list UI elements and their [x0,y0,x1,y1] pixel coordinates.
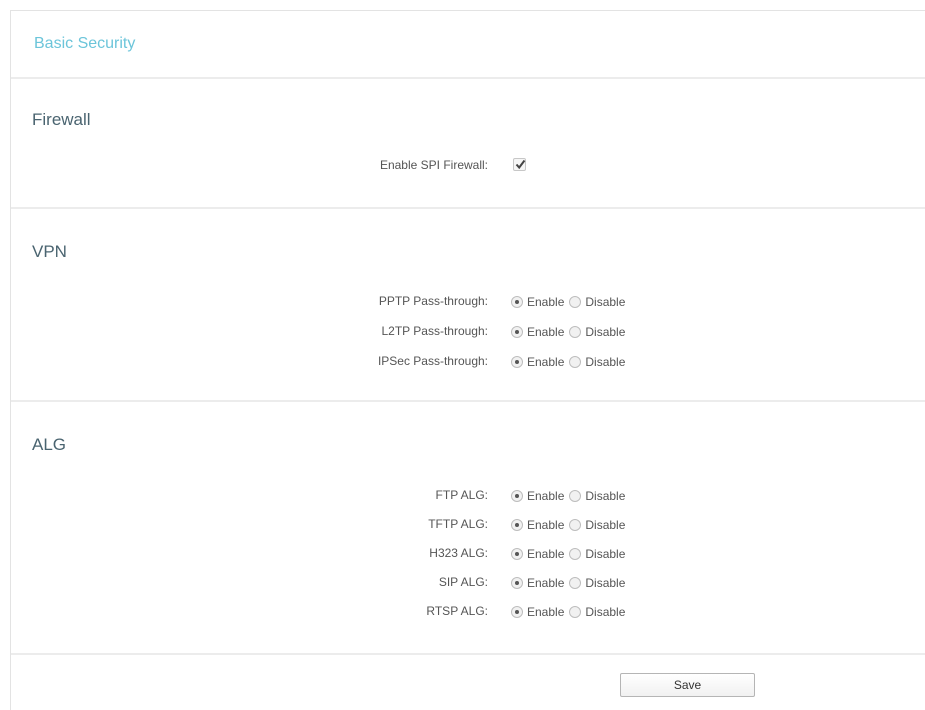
divider [11,653,925,655]
radio-row: RTSP ALG: Enable Disable [11,602,925,622]
disable-radio[interactable] [569,606,582,618]
radio-row: SIP ALG: Enable Disable [11,573,925,593]
enable-radio[interactable] [511,519,523,531]
enable-radio[interactable] [511,606,523,618]
enable-disable-group: Enable Disable [511,353,625,371]
disable-radio[interactable] [569,519,582,531]
enable-radio[interactable] [511,548,523,560]
disable-radio[interactable] [569,577,582,589]
row-label: FTP ALG: [435,488,488,502]
enable-label[interactable]: Enable [527,605,564,619]
enable-label[interactable]: Enable [527,518,564,532]
enable-label[interactable]: Enable [527,295,564,309]
spi-firewall-checkbox[interactable] [513,158,526,171]
row-label: L2TP Pass-through: [381,324,488,338]
enable-label[interactable]: Enable [527,355,564,369]
row-label: RTSP ALG: [426,604,488,618]
spi-firewall-row: Enable SPI Firewall: [11,156,925,176]
enable-label[interactable]: Enable [527,325,564,339]
divider [11,77,925,79]
radio-row: TFTP ALG: Enable Disable [11,515,925,535]
enable-radio[interactable] [511,296,523,308]
disable-radio[interactable] [569,490,582,502]
enable-radio[interactable] [511,326,523,338]
enable-label[interactable]: Enable [527,547,564,561]
disable-radio[interactable] [569,296,582,308]
enable-disable-group: Enable Disable [511,323,625,341]
radio-row: FTP ALG: Enable Disable [11,486,925,506]
disable-label[interactable]: Disable [585,489,625,503]
disable-label[interactable]: Disable [585,518,625,532]
alg-section-title: ALG [32,435,67,454]
radio-row: L2TP Pass-through: Enable Disable [11,322,925,342]
disable-label[interactable]: Disable [585,355,625,369]
save-button[interactable]: Save [620,673,755,697]
enable-disable-group: Enable Disable [511,516,625,534]
enable-disable-group: Enable Disable [511,545,625,563]
enable-disable-group: Enable Disable [511,574,625,592]
enable-radio[interactable] [511,490,523,502]
vpn-section-title: VPN [32,242,67,261]
enable-label[interactable]: Enable [527,576,564,590]
disable-label[interactable]: Disable [585,547,625,561]
radio-row: PPTP Pass-through: Enable Disable [11,292,925,312]
enable-disable-group: Enable Disable [511,603,625,621]
divider [11,207,925,209]
disable-label[interactable]: Disable [585,325,625,339]
radio-row: H323 ALG: Enable Disable [11,544,925,564]
enable-disable-group: Enable Disable [511,487,625,505]
firewall-section-title: Firewall [32,110,91,129]
checkmark-icon [515,159,526,170]
radio-row: IPSec Pass-through: Enable Disable [11,352,925,372]
enable-label[interactable]: Enable [527,489,564,503]
row-label: TFTP ALG: [428,517,488,531]
row-label: SIP ALG: [438,575,488,589]
row-label: IPSec Pass-through: [377,354,488,368]
row-label: H323 ALG: [429,546,488,560]
disable-label[interactable]: Disable [585,295,625,309]
disable-radio[interactable] [569,356,582,368]
disable-label[interactable]: Disable [585,605,625,619]
enable-disable-group: Enable Disable [511,293,625,311]
page-title: Basic Security [34,35,136,52]
disable-radio[interactable] [569,548,582,560]
spi-firewall-label: Enable SPI Firewall: [379,158,488,172]
disable-radio[interactable] [569,326,582,338]
basic-security-panel: Basic Security Firewall Enable SPI Firew… [10,10,925,710]
disable-label[interactable]: Disable [585,576,625,590]
divider [11,400,925,402]
row-label: PPTP Pass-through: [378,294,488,308]
enable-radio[interactable] [511,577,523,589]
enable-radio[interactable] [511,356,523,368]
